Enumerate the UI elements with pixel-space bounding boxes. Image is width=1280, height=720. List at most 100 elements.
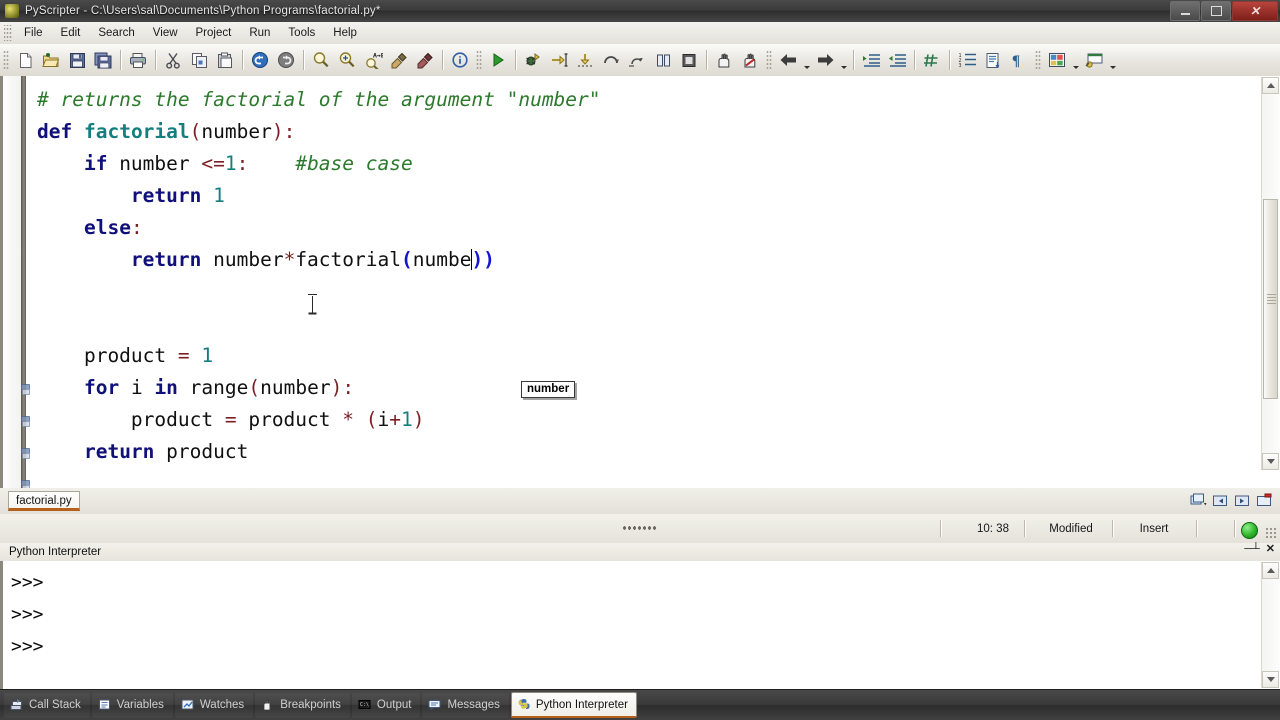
bottom-tab-messages[interactable]: Messages: [422, 692, 509, 718]
toolbar-separator: [914, 50, 915, 70]
code-line: for i in range(number):: [37, 372, 1254, 404]
interpreter-prompt-line: >>>: [11, 604, 44, 625]
menu-help[interactable]: Help: [324, 24, 366, 42]
menu-run[interactable]: Run: [240, 24, 279, 42]
menu-edit[interactable]: Edit: [52, 24, 90, 42]
save-all-icon[interactable]: [90, 47, 116, 73]
paste-icon[interactable]: [212, 47, 238, 73]
debug-icon[interactable]: [520, 47, 546, 73]
vertical-scroll-thumb[interactable]: [1263, 199, 1278, 399]
step-into-icon[interactable]: [546, 47, 572, 73]
run-to-cursor-icon[interactable]: [624, 47, 650, 73]
code-text[interactable]: # returns the factorial of the argument …: [37, 84, 1254, 488]
tools-config-icon[interactable]: [1081, 47, 1107, 73]
layout-dropdown-icon[interactable]: [1070, 45, 1081, 76]
call-stack-icon: [10, 698, 24, 712]
print-icon[interactable]: [125, 47, 151, 73]
pyscripter-icon: [5, 4, 19, 18]
new-file-icon[interactable]: [12, 47, 38, 73]
show-whitespace-icon[interactable]: ¶: [1006, 47, 1032, 73]
step-out-icon[interactable]: [572, 47, 598, 73]
bottom-tab-call-stack[interactable]: Call Stack: [4, 692, 90, 718]
stop-icon[interactable]: [676, 47, 702, 73]
about-icon[interactable]: [447, 47, 473, 73]
resize-grip-icon[interactable]: [1265, 527, 1277, 539]
interpreter-vertical-scrollbar[interactable]: [1261, 562, 1279, 688]
splitter-grip-icon[interactable]: [622, 525, 658, 532]
scroll-down-button[interactable]: [1262, 453, 1279, 470]
unindent-icon[interactable]: [884, 47, 910, 73]
sort-lines-icon[interactable]: 123: [954, 47, 980, 73]
file-tab-factorial[interactable]: factorial.py: [8, 491, 80, 511]
bottom-tab-watches[interactable]: Watches: [174, 692, 254, 718]
copy-icon[interactable]: [186, 47, 212, 73]
next-file-icon[interactable]: [1233, 491, 1252, 510]
tabs-to-spaces-icon[interactable]: [980, 47, 1006, 73]
clear-highlight-icon[interactable]: [412, 47, 438, 73]
scroll-up-button[interactable]: [1262, 77, 1279, 94]
close-button[interactable]: ✕: [1232, 1, 1278, 21]
file-tab-tools: [1189, 491, 1274, 510]
layout-icon[interactable]: [1044, 47, 1070, 73]
step-over-icon[interactable]: [598, 47, 624, 73]
indent-icon[interactable]: [858, 47, 884, 73]
code-token: (: [248, 376, 261, 399]
maximize-button[interactable]: [1201, 1, 1231, 21]
menu-view[interactable]: View: [144, 24, 187, 42]
bottom-tab-variables[interactable]: Variables: [91, 692, 173, 718]
menu-tools[interactable]: Tools: [279, 24, 324, 42]
save-icon[interactable]: [64, 47, 90, 73]
find-next-icon[interactable]: [334, 47, 360, 73]
code-token: #base case: [295, 152, 413, 175]
open-files-dropdown-icon[interactable]: [1189, 491, 1208, 510]
pin-icon[interactable]: ─┴: [1244, 544, 1260, 555]
previous-file-icon[interactable]: [1211, 491, 1230, 510]
svg-text:¶: ¶: [1012, 53, 1020, 68]
close-file-icon[interactable]: [1255, 491, 1274, 510]
undo-icon[interactable]: [247, 47, 273, 73]
interp-scroll-up-button[interactable]: [1262, 562, 1279, 579]
pause-icon[interactable]: [650, 47, 676, 73]
navigate-forward-dropdown-icon[interactable]: [838, 45, 849, 76]
navigate-back-dropdown-icon[interactable]: [801, 45, 812, 76]
run-icon[interactable]: [485, 47, 511, 73]
toolbar-grip-icon: [766, 50, 772, 70]
cut-icon[interactable]: [160, 47, 186, 73]
minimize-button[interactable]: [1170, 1, 1200, 21]
navigate-back-icon[interactable]: [775, 47, 801, 73]
comment-icon[interactable]: [919, 47, 945, 73]
parameter-hint-tooltip: number: [521, 381, 576, 398]
change-marker: [21, 383, 30, 395]
menu-file[interactable]: File: [15, 24, 52, 42]
editor-vertical-scrollbar[interactable]: [1261, 77, 1279, 470]
code-line: else:: [37, 212, 1254, 244]
navigate-forward-icon[interactable]: [812, 47, 838, 73]
bottom-tab-python-interpreter[interactable]: Python Interpreter: [510, 692, 637, 718]
menu-search[interactable]: Search: [89, 24, 143, 42]
code-token: *: [342, 408, 355, 431]
code-editor[interactable]: # returns the factorial of the argument …: [0, 76, 1280, 491]
python-engine-led-icon[interactable]: [1241, 522, 1258, 539]
menu-project[interactable]: Project: [187, 24, 241, 42]
clear-breakpoints-icon[interactable]: [737, 47, 763, 73]
tools-dropdown-icon[interactable]: [1107, 45, 1118, 76]
open-file-icon[interactable]: [38, 47, 64, 73]
bottom-tab-breakpoints[interactable]: Breakpoints: [255, 692, 350, 718]
interp-scroll-down-button[interactable]: [1262, 671, 1279, 688]
toggle-breakpoint-icon[interactable]: [711, 47, 737, 73]
highlight-icon[interactable]: [386, 47, 412, 73]
close-icon[interactable]: ✕: [1266, 544, 1275, 555]
interpreter-text[interactable]: >>> >>> >>>: [11, 567, 1260, 689]
svg-text:3: 3: [958, 63, 961, 68]
find-icon[interactable]: [308, 47, 334, 73]
code-line: # returns the factorial of the argument …: [37, 84, 1254, 116]
bottom-tab-output[interactable]: C:\ Output: [351, 692, 421, 718]
redo-icon[interactable]: [273, 47, 299, 73]
python-interpreter-output[interactable]: >>> >>> >>>: [0, 561, 1280, 689]
code-token: product: [154, 440, 249, 463]
bottom-tab-label: Watches: [199, 699, 245, 711]
replace-icon[interactable]: A→B: [360, 47, 386, 73]
